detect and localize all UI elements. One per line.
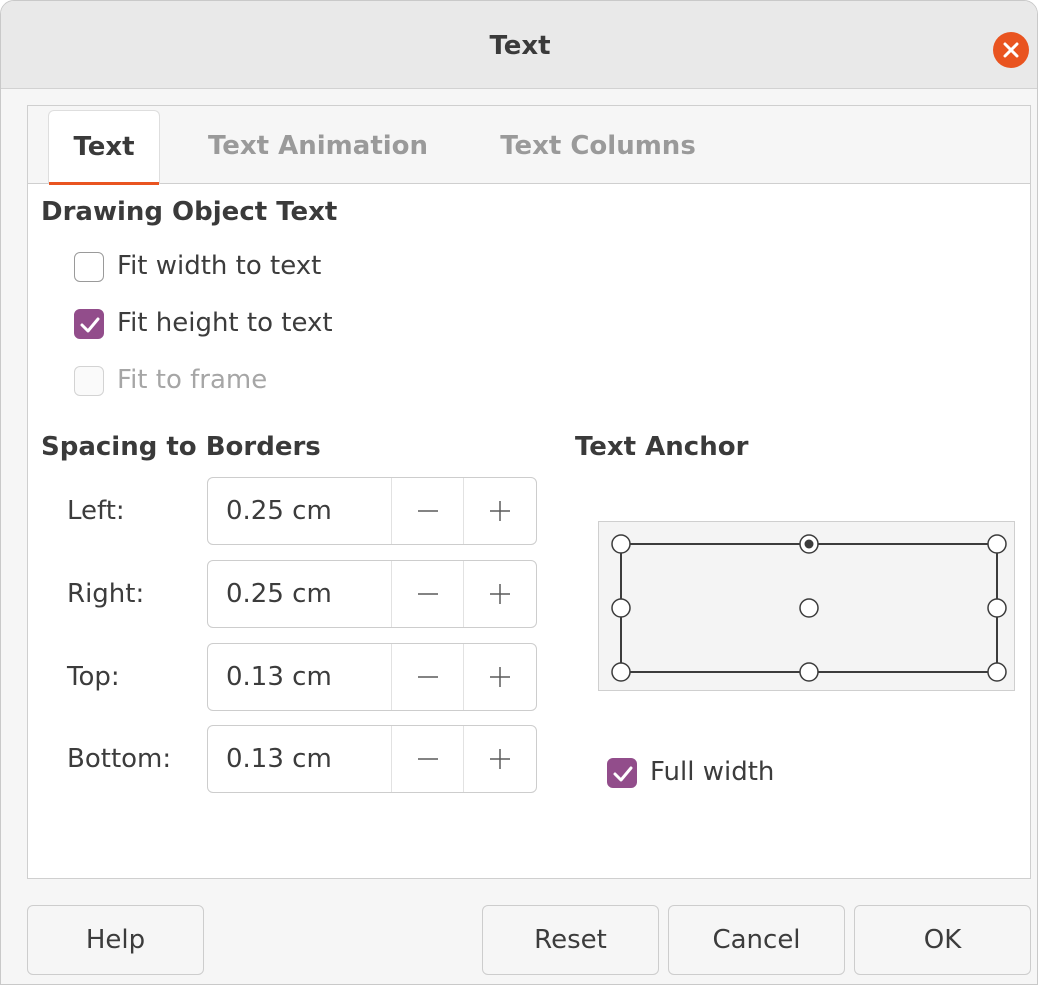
checkmark-icon xyxy=(613,766,633,782)
anchor-point-top-right[interactable] xyxy=(987,534,1007,554)
drawing-object-text-heading: Drawing Object Text xyxy=(41,197,338,227)
fit-frame-checkbox-row: Fit to frame xyxy=(74,362,374,398)
plus-icon xyxy=(490,501,510,521)
text-anchor-selector[interactable] xyxy=(598,521,1015,691)
minus-icon xyxy=(418,510,438,512)
left-spacing-input[interactable]: 0.25 cm xyxy=(226,478,332,544)
top-spacing-increment-button[interactable] xyxy=(463,644,535,710)
full-width-checkbox-row[interactable]: Full width xyxy=(607,754,807,790)
fit-height-checkbox[interactable] xyxy=(74,309,104,339)
fit-frame-label: Fit to frame xyxy=(117,365,268,395)
anchor-point-bottom-left[interactable] xyxy=(611,662,631,682)
right-spacing-decrement-button[interactable] xyxy=(391,561,463,627)
cancel-button[interactable]: Cancel xyxy=(668,905,845,975)
anchor-point-middle-right[interactable] xyxy=(987,598,1007,618)
fit-width-label: Fit width to text xyxy=(117,251,322,281)
tab-bar: Text Text Animation Text Columns xyxy=(28,106,1030,185)
checkmark-icon xyxy=(80,317,100,333)
plus-icon xyxy=(490,584,510,604)
tab-text[interactable]: Text xyxy=(48,110,160,185)
help-button[interactable]: Help xyxy=(27,905,204,975)
full-width-label: Full width xyxy=(650,757,775,787)
title-bar: Text xyxy=(1,1,1037,89)
right-spacing-label: Right: xyxy=(67,579,145,609)
top-spacing-decrement-button[interactable] xyxy=(391,644,463,710)
fit-width-checkbox-row[interactable]: Fit width to text xyxy=(74,248,374,284)
minus-icon xyxy=(418,593,438,595)
left-spacing-label: Left: xyxy=(67,496,125,526)
fit-width-checkbox[interactable] xyxy=(74,252,104,282)
left-spacing-decrement-button[interactable] xyxy=(391,478,463,544)
top-spacing-spinbox: 0.13 cm xyxy=(207,643,537,711)
text-dialog: Text Text Text Animation Text Columns Dr… xyxy=(0,0,1038,985)
bottom-spacing-input[interactable]: 0.13 cm xyxy=(226,726,332,792)
full-width-checkbox[interactable] xyxy=(607,758,637,788)
close-icon xyxy=(1003,42,1019,58)
fit-frame-checkbox xyxy=(74,366,104,396)
ok-button[interactable]: OK xyxy=(854,905,1031,975)
fit-height-checkbox-row[interactable]: Fit height to text xyxy=(74,305,374,341)
anchor-selected-dot xyxy=(804,539,814,549)
bottom-spacing-increment-button[interactable] xyxy=(463,726,535,792)
bottom-spacing-label: Bottom: xyxy=(67,744,172,774)
anchor-point-bottom-right[interactable] xyxy=(987,662,1007,682)
anchor-point-middle-left[interactable] xyxy=(611,598,631,618)
anchor-point-bottom-center[interactable] xyxy=(799,662,819,682)
top-spacing-label: Top: xyxy=(67,662,120,692)
top-spacing-input[interactable]: 0.13 cm xyxy=(226,644,332,710)
dialog-title: Text xyxy=(489,31,551,61)
anchor-point-center[interactable] xyxy=(799,598,819,618)
left-spacing-increment-button[interactable] xyxy=(463,478,535,544)
tab-text-columns[interactable]: Text Columns xyxy=(480,110,716,184)
right-spacing-input[interactable]: 0.25 cm xyxy=(226,561,332,627)
close-button[interactable] xyxy=(993,32,1029,68)
text-anchor-heading: Text Anchor xyxy=(575,432,749,462)
reset-button[interactable]: Reset xyxy=(482,905,659,975)
fit-height-label: Fit height to text xyxy=(117,308,333,338)
spacing-heading: Spacing to Borders xyxy=(41,432,321,462)
plus-icon xyxy=(490,749,510,769)
anchor-point-top-left[interactable] xyxy=(611,534,631,554)
tab-text-animation[interactable]: Text Animation xyxy=(188,110,448,184)
minus-icon xyxy=(418,758,438,760)
right-spacing-spinbox: 0.25 cm xyxy=(207,560,537,628)
right-spacing-increment-button[interactable] xyxy=(463,561,535,627)
plus-icon xyxy=(490,667,510,687)
bottom-spacing-spinbox: 0.13 cm xyxy=(207,725,537,793)
bottom-spacing-decrement-button[interactable] xyxy=(391,726,463,792)
left-spacing-spinbox: 0.25 cm xyxy=(207,477,537,545)
minus-icon xyxy=(418,676,438,678)
